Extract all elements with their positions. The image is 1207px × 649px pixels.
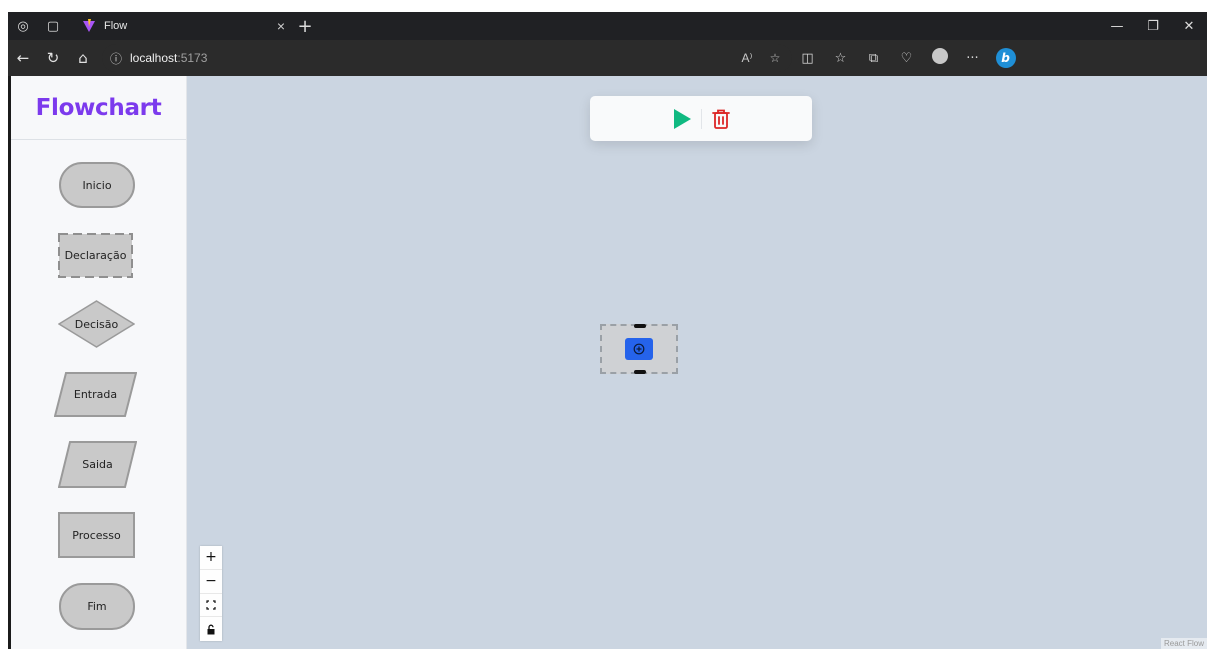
node-handle-bottom[interactable] xyxy=(634,370,646,374)
browser-extensions: ◫ ☆ ⧉ ♡ ··· b xyxy=(792,48,1021,68)
plus-circle-icon xyxy=(633,343,645,355)
shape-label: Processo xyxy=(72,528,121,542)
lock-icon xyxy=(207,624,215,635)
shape-label: Declaração xyxy=(64,249,127,262)
shape-label: Inicio xyxy=(82,178,112,192)
zoom-in-button[interactable]: + xyxy=(200,546,222,570)
play-icon[interactable] xyxy=(671,108,693,130)
shape-palette-sidebar: Flowchart Inicio Declaração Decisão Entr… xyxy=(11,76,187,649)
new-tab-button[interactable]: + xyxy=(291,16,319,37)
read-aloud-icon[interactable]: A⁾ xyxy=(736,51,758,65)
favorites-icon[interactable]: ☆ xyxy=(825,51,856,66)
tab-title: Flow xyxy=(104,20,128,32)
shape-entrada[interactable]: Entrada xyxy=(54,372,137,417)
favorite-star-icon[interactable]: ☆ xyxy=(764,51,786,65)
tab-actions-icon[interactable]: ▢ xyxy=(38,12,68,40)
more-menu-icon[interactable]: ··· xyxy=(957,51,988,66)
vite-favicon-icon xyxy=(83,19,95,32)
restore-icon[interactable]: ❐ xyxy=(1135,19,1171,34)
shape-processo[interactable]: Processo xyxy=(58,512,135,558)
browser-essentials-icon[interactable]: ♡ xyxy=(891,51,922,66)
url-port: :5173 xyxy=(177,51,208,65)
collections-icon[interactable]: ⧉ xyxy=(858,51,889,66)
browser-tab-flow[interactable]: Flow × xyxy=(76,12,291,40)
canvas-toolbar xyxy=(590,96,812,141)
toolbar-divider xyxy=(700,108,702,129)
address-bar[interactable]: ⓘ localhost:5173 A⁾ ☆ xyxy=(102,44,792,72)
flow-canvas[interactable]: React Flow xyxy=(187,76,1207,649)
node-add-button[interactable] xyxy=(625,338,653,360)
shape-label: Entrada xyxy=(73,388,118,401)
site-info-icon[interactable]: ⓘ xyxy=(110,50,130,67)
zoom-out-button[interactable]: − xyxy=(200,570,222,594)
home-icon[interactable]: ⌂ xyxy=(68,40,98,76)
node-handle-top[interactable] xyxy=(634,324,646,328)
minimize-icon[interactable]: — xyxy=(1099,19,1135,34)
profile-avatar[interactable] xyxy=(924,48,955,68)
flow-controls: + − xyxy=(200,546,222,641)
fit-view-button[interactable] xyxy=(200,594,222,618)
trash-icon[interactable] xyxy=(710,108,732,130)
split-screen-icon[interactable]: ◫ xyxy=(792,51,823,66)
shape-declaracao[interactable]: Declaração xyxy=(58,233,133,278)
workspaces-icon[interactable]: ◎ xyxy=(8,12,38,40)
back-icon[interactable]: ← xyxy=(8,40,38,76)
shape-label: Saida xyxy=(82,458,113,471)
reload-icon[interactable]: ↻ xyxy=(38,40,68,76)
shape-label: Decisão xyxy=(74,317,119,331)
brand-header: Flowchart xyxy=(11,76,186,140)
fit-view-icon xyxy=(206,600,216,610)
shape-inicio[interactable]: Inicio xyxy=(59,162,135,208)
browser-toolbar: ← ↻ ⌂ ⓘ localhost:5173 A⁾ ☆ ◫ ☆ ⧉ ♡ ··· … xyxy=(8,40,1207,76)
tab-close-icon[interactable]: × xyxy=(277,18,285,34)
browser-tab-strip: ◎ ▢ Flow × + — ❐ ✕ xyxy=(8,12,1207,40)
flow-node[interactable] xyxy=(600,324,678,374)
brand-title: Flowchart xyxy=(35,94,162,121)
minus-icon: − xyxy=(205,573,217,590)
url-host: localhost xyxy=(130,51,178,65)
shape-label: Fim xyxy=(87,600,107,613)
plus-icon: + xyxy=(205,549,217,566)
lock-button[interactable] xyxy=(200,617,222,641)
shape-decisao[interactable]: Decisão xyxy=(58,300,135,348)
shape-fim[interactable]: Fim xyxy=(59,583,135,630)
close-window-icon[interactable]: ✕ xyxy=(1171,19,1207,34)
window-controls: — ❐ ✕ xyxy=(1099,19,1207,34)
react-flow-attribution[interactable]: React Flow xyxy=(1160,638,1207,649)
shape-saida[interactable]: Saida xyxy=(58,441,137,488)
bing-copilot-icon[interactable]: b xyxy=(990,48,1021,68)
